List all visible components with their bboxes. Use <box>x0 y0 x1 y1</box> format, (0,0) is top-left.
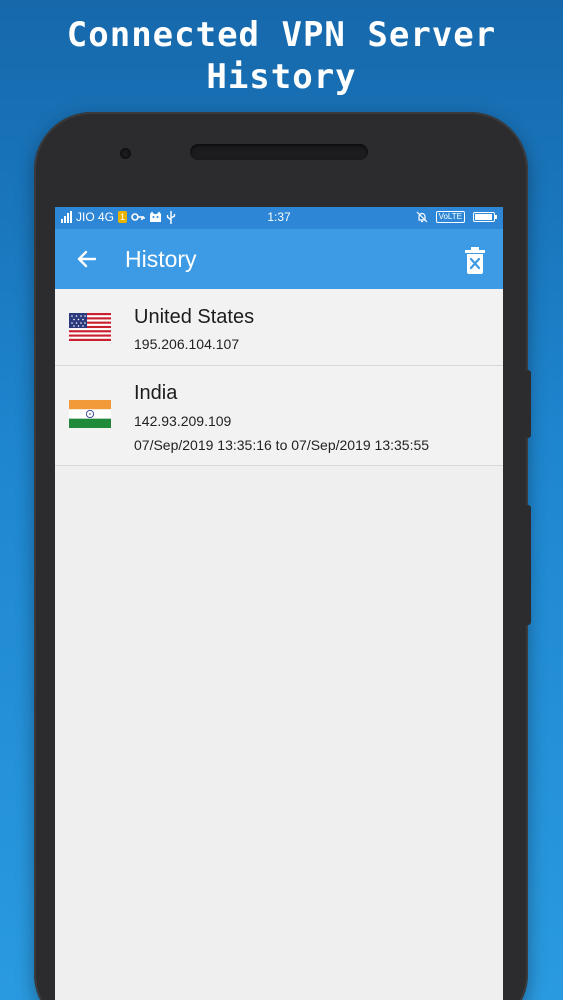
battery-icon <box>473 212 497 222</box>
volte-badge: VoLTE <box>435 211 465 223</box>
ip-address: 142.93.209.109 <box>134 413 232 429</box>
promo-title-line-2: History <box>206 57 357 97</box>
ip-address: 195.206.104.107 <box>134 336 240 352</box>
status-bar: JIO 4G 1 1:37 VoLTE <box>55 207 503 229</box>
camera-icon <box>120 148 131 159</box>
promo-title-line-1: Connected VPN Server <box>66 15 497 55</box>
battery-level <box>475 214 493 220</box>
volume-button <box>526 370 531 438</box>
app-bar: History <box>55 229 503 289</box>
list-item[interactable]: India 142.93.209.109 07/Sep/2019 13:35:1… <box>55 366 503 466</box>
delete-icon <box>465 247 485 274</box>
page-title: History <box>125 246 197 272</box>
us-flag-icon <box>69 313 111 341</box>
power-button <box>526 505 531 625</box>
phone-screen: JIO 4G 1 1:37 VoLTE History United State… <box>55 207 503 1000</box>
country-name: United States <box>134 306 255 328</box>
back-button[interactable] <box>73 245 101 273</box>
india-flag-icon <box>69 400 111 428</box>
promo-title: Connected VPN Server History <box>0 14 563 98</box>
country-name: India <box>134 382 178 404</box>
status-right: VoLTE <box>416 211 497 223</box>
connection-time-range: 07/Sep/2019 13:35:16 to 07/Sep/2019 13:3… <box>134 437 430 453</box>
arrow-left-icon <box>77 250 97 268</box>
speaker-grille <box>190 144 368 160</box>
clear-history-button[interactable] <box>461 245 489 275</box>
history-list: United States 195.206.104.107 India 142.… <box>55 289 503 466</box>
bell-muted-icon <box>416 211 428 223</box>
list-item[interactable]: United States 195.206.104.107 <box>55 289 503 366</box>
